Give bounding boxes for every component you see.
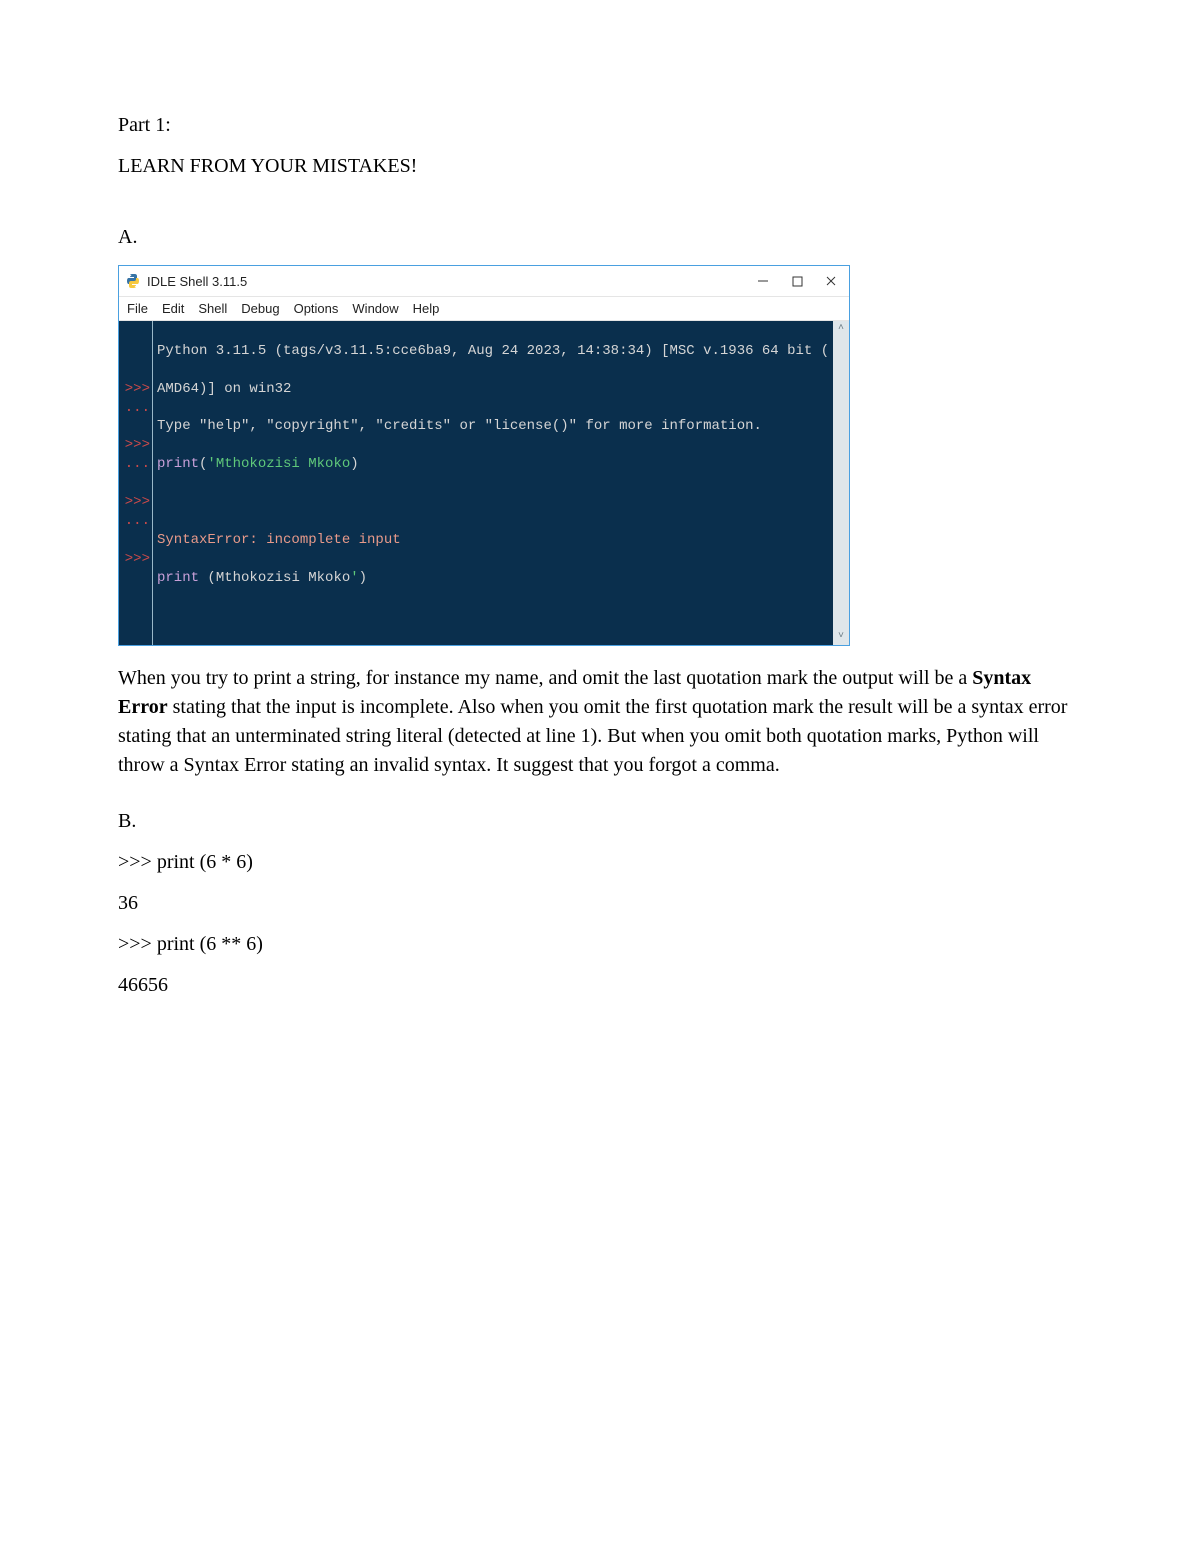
- title-text: IDLE Shell 3.11.5: [125, 273, 755, 289]
- close-button[interactable]: [823, 273, 839, 289]
- menu-help[interactable]: Help: [413, 301, 440, 316]
- prompt: >>>: [119, 380, 152, 399]
- minimize-button[interactable]: [755, 273, 771, 289]
- menubar: File Edit Shell Debug Options Window Hel…: [119, 297, 849, 321]
- prompt: >>>: [119, 436, 152, 455]
- explanation-text: stating that the input is incomplete. Al…: [118, 696, 1067, 776]
- token-paren: (: [207, 570, 215, 586]
- continuation: ...: [119, 455, 152, 474]
- banner-line: Python 3.11.5 (tags/v3.11.5:cce6ba9, Aug…: [157, 343, 829, 359]
- token-fn: print: [157, 570, 199, 586]
- titlebar: IDLE Shell 3.11.5: [119, 266, 849, 297]
- gutter: >>> ... >>> ... >>> ... >>>: [119, 321, 153, 645]
- error-line: SyntaxError: incomplete input: [157, 532, 401, 548]
- token-plain: Mthokozisi Mkoko: [216, 570, 350, 586]
- output-line: 46656: [118, 972, 1082, 999]
- code-line: >>> print (6 ** 6): [118, 931, 1082, 958]
- window-controls: [755, 273, 843, 289]
- document-page: Part 1: LEARN FROM YOUR MISTAKES! A. IDL…: [0, 0, 1200, 1553]
- window-title: IDLE Shell 3.11.5: [147, 274, 247, 289]
- menu-options[interactable]: Options: [294, 301, 339, 316]
- continuation: ...: [119, 399, 152, 418]
- token-string: ': [350, 570, 358, 586]
- token-paren: ): [350, 456, 358, 472]
- continuation: ...: [119, 512, 152, 531]
- scrollbar[interactable]: ˄ ˅: [833, 321, 849, 645]
- menu-debug[interactable]: Debug: [241, 301, 279, 316]
- menu-shell[interactable]: Shell: [198, 301, 227, 316]
- banner-line: AMD64)] on win32: [157, 381, 291, 397]
- menu-edit[interactable]: Edit: [162, 301, 184, 316]
- explanation-text: When you try to print a string, for inst…: [118, 667, 972, 689]
- idle-window: IDLE Shell 3.11.5 File Edit Shell Debug …: [118, 265, 850, 646]
- explanation-paragraph: When you try to print a string, for inst…: [118, 664, 1082, 780]
- scroll-up-icon[interactable]: ˄: [833, 321, 849, 337]
- menu-window[interactable]: Window: [352, 301, 398, 316]
- page-title: LEARN FROM YOUR MISTAKES!: [118, 153, 1082, 180]
- console-body[interactable]: Python 3.11.5 (tags/v3.11.5:cce6ba9, Aug…: [153, 321, 849, 645]
- spacer: [118, 194, 1082, 224]
- section-b-label: B.: [118, 808, 1082, 835]
- banner-line: Type "help", "copyright", "credits" or "…: [157, 418, 762, 434]
- section-a-label: A.: [118, 224, 1082, 251]
- console[interactable]: >>> ... >>> ... >>> ... >>> Python 3.11.…: [119, 321, 849, 645]
- prompt: >>>: [119, 493, 152, 512]
- token-string: 'Mthokozisi Mkoko: [207, 456, 350, 472]
- part-label: Part 1:: [118, 112, 1082, 139]
- menu-file[interactable]: File: [127, 301, 148, 316]
- code-line: >>> print (6 * 6): [118, 849, 1082, 876]
- output-line: 36: [118, 890, 1082, 917]
- prompt: >>>: [119, 550, 152, 569]
- token-fn: print: [157, 456, 199, 472]
- maximize-button[interactable]: [789, 273, 805, 289]
- scroll-down-icon[interactable]: ˅: [833, 629, 849, 645]
- python-icon: [125, 273, 141, 289]
- token-paren: ): [359, 570, 367, 586]
